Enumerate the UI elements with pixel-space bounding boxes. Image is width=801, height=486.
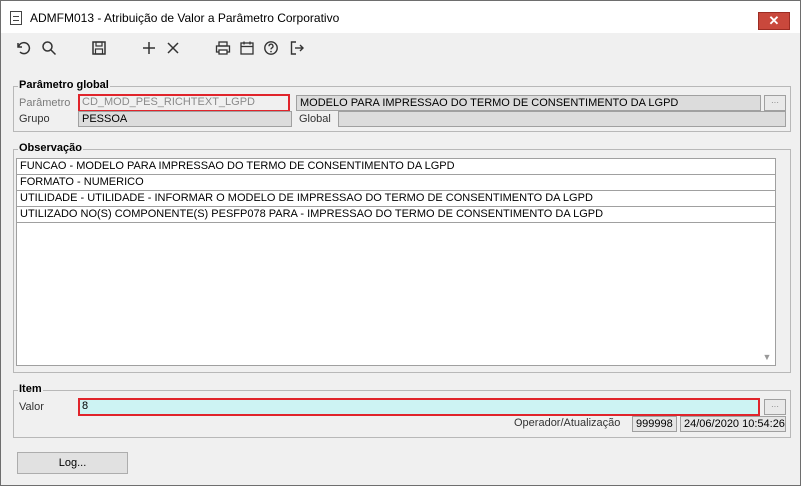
parametro-label: Parâmetro: [19, 97, 71, 109]
save-icon[interactable]: [89, 38, 109, 58]
operador-field: 999998: [632, 416, 677, 432]
list-item: FORMATO - NUMERICO: [17, 175, 775, 191]
parametro-field[interactable]: CD_MOD_PES_RICHTEXT_LGPD: [78, 94, 290, 112]
parametro-global-label: Parâmetro global: [18, 79, 110, 91]
observacao-list[interactable]: FUNCAO - MODELO PARA IMPRESSAO DO TERMO …: [16, 158, 776, 366]
list-item: UTILIDADE - UTILIDADE - INFORMAR O MODEL…: [17, 191, 775, 207]
help-icon[interactable]: [261, 38, 281, 58]
operador-atualizacao-label: Operador/Atualização: [514, 417, 621, 429]
item-label: Item: [18, 383, 43, 395]
undo-icon[interactable]: [13, 38, 33, 58]
print-icon[interactable]: [213, 38, 233, 58]
global-label: Global: [299, 113, 331, 125]
exit-icon[interactable]: [287, 38, 307, 58]
scroll-down-icon[interactable]: ▼: [761, 351, 773, 363]
window-title: ADMFM013 - Atribuição de Valor a Parâmet…: [30, 11, 340, 25]
document-icon: [10, 11, 22, 25]
log-button[interactable]: Log...: [17, 452, 128, 474]
parametro-description-field: MODELO PARA IMPRESSAO DO TERMO DE CONSEN…: [296, 95, 761, 111]
add-icon[interactable]: [139, 38, 159, 58]
list-item: FUNCAO - MODELO PARA IMPRESSAO DO TERMO …: [17, 159, 775, 175]
search-icon[interactable]: [39, 38, 59, 58]
valor-field[interactable]: 8: [78, 398, 760, 416]
toolbar: [1, 33, 800, 65]
title-bar: ADMFM013 - Atribuição de Valor a Parâmet…: [1, 1, 800, 33]
calendar-icon[interactable]: [237, 38, 257, 58]
list-item: UTILIZADO NO(S) COMPONENTE(S) PESFP078 P…: [17, 207, 775, 223]
valor-lookup-button[interactable]: ···: [764, 399, 786, 415]
main-window: ADMFM013 - Atribuição de Valor a Parâmet…: [0, 0, 801, 486]
observacao-label: Observação: [18, 142, 83, 154]
parametro-lookup-button[interactable]: ···: [764, 95, 786, 111]
grupo-field: PESSOA: [78, 111, 292, 127]
atualizacao-field: 24/06/2020 10:54:26: [680, 416, 786, 432]
global-field: [338, 111, 786, 127]
close-button[interactable]: ✕: [758, 12, 790, 30]
grupo-label: Grupo: [19, 113, 50, 125]
valor-label: Valor: [19, 401, 44, 413]
delete-icon[interactable]: [163, 38, 183, 58]
